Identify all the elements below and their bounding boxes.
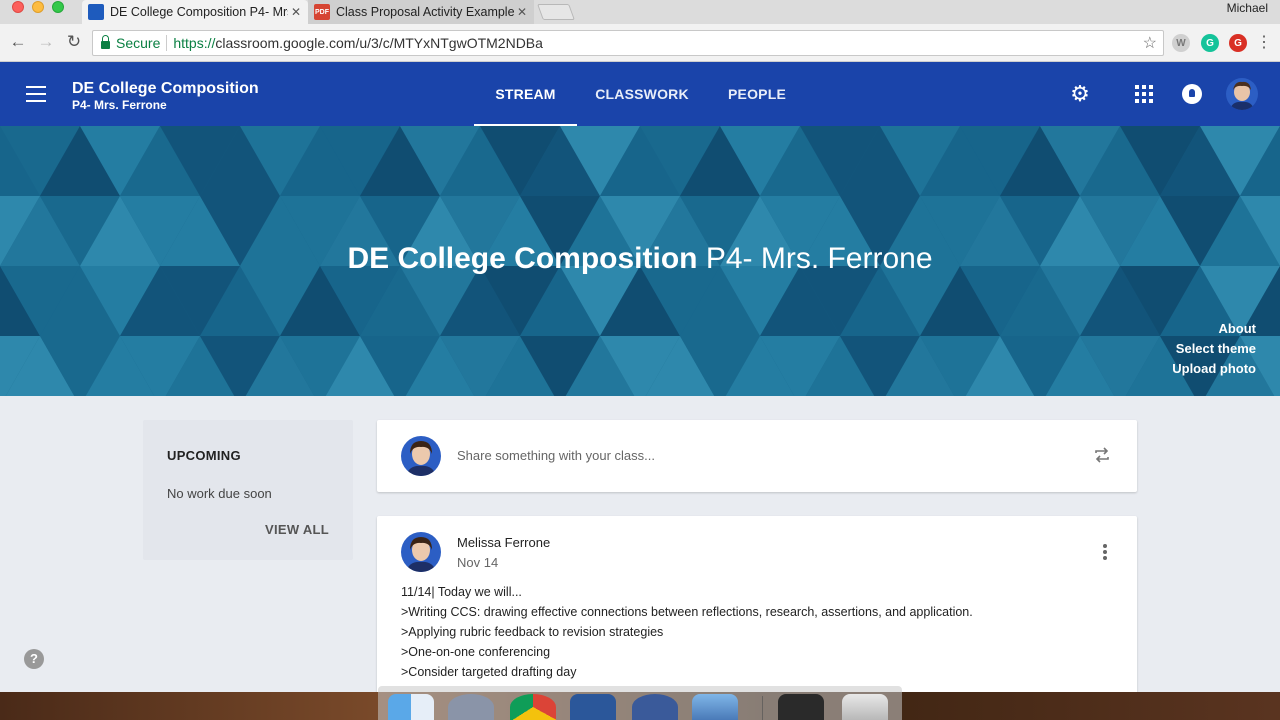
word-icon[interactable] [570, 694, 616, 720]
grammarly-icon[interactable]: G [1201, 34, 1219, 52]
class-section: P4- Mrs. Ferrone [72, 98, 167, 112]
address-bar[interactable]: Secure https:// classroom.google.com/u/3… [92, 30, 1164, 56]
back-arrow-icon[interactable]: ← [8, 32, 28, 52]
tab-title: DE College Composition P4- Mrs. Ferrone [110, 5, 288, 19]
forward-arrow-icon[interactable]: → [36, 32, 56, 52]
finder-icon[interactable] [388, 694, 434, 720]
banner-title-class: DE College Composition [347, 242, 698, 275]
upload-photo-link[interactable]: Upload photo [1172, 361, 1256, 376]
select-theme-link[interactable]: Select theme [1176, 341, 1256, 356]
pdf-icon: PDF [314, 4, 330, 20]
notifications-bell-icon[interactable] [1180, 82, 1204, 106]
tab-stream[interactable]: STREAM [474, 62, 577, 126]
preview-icon[interactable] [692, 694, 738, 720]
close-tab-icon[interactable]: ✕ [514, 5, 530, 19]
zoom-window-button[interactable] [52, 1, 64, 13]
divider [166, 35, 168, 51]
browser-tab-classroom[interactable]: DE College Composition P4- Mrs. Ferrone … [82, 0, 308, 24]
upcoming-heading: UPCOMING [167, 448, 241, 463]
tab-people[interactable]: PEOPLE [720, 62, 794, 126]
browser-profile-name[interactable]: Michael [1227, 1, 1268, 15]
url-scheme: https:// [173, 35, 216, 51]
browser-toolbar: ← → ↻ Secure https:// classroom.google.c… [0, 24, 1280, 62]
close-tab-icon[interactable]: ✕ [288, 5, 304, 19]
upcoming-status: No work due soon [167, 486, 272, 501]
post-line: >Consider targeted drafting day [401, 665, 577, 679]
quicktime-icon[interactable] [632, 694, 678, 720]
screen-recorder-icon[interactable] [778, 694, 824, 720]
classroom-icon [88, 4, 104, 20]
share-box[interactable]: Share something with your class... [377, 420, 1137, 492]
bookmark-star-icon[interactable]: ☆ [1143, 33, 1157, 53]
post-line: >One-on-one conferencing [401, 645, 551, 659]
minimize-window-button[interactable] [32, 1, 44, 13]
teacher-avatar [401, 436, 441, 476]
banner-title-section: P4- Mrs. Ferrone [705, 242, 933, 275]
stream-content: UPCOMING No work due soon VIEW ALL Share… [0, 396, 1280, 716]
post-author: Melissa Ferrone [457, 535, 551, 550]
close-window-button[interactable] [12, 1, 24, 13]
tab-title: Class Proposal Activity Example [336, 5, 514, 19]
lock-icon [101, 35, 110, 49]
class-name[interactable]: DE College Composition [72, 80, 259, 98]
banner-title: DE College Composition P4- Mrs. Ferrone [0, 242, 1280, 276]
post-line: 11/14| Today we will... [401, 585, 522, 599]
post-body: 11/14| Today we will... >Writing CCS: dr… [401, 582, 973, 682]
classroom-header: DE College Composition P4- Mrs. Ferrone … [0, 62, 1280, 126]
post-line: >Applying rubric feedback to revision st… [401, 625, 664, 639]
dock-separator [762, 696, 763, 720]
class-banner: DE College Composition P4- Mrs. Ferrone … [0, 126, 1280, 396]
post-line: >Writing CCS: drawing effective connecti… [401, 605, 973, 619]
about-link[interactable]: About [1218, 321, 1256, 336]
more-options-icon[interactable] [1103, 544, 1107, 562]
reuse-post-icon[interactable] [1093, 446, 1111, 464]
secure-label: Secure [116, 35, 161, 51]
tab-classwork[interactable]: CLASSWORK [590, 62, 694, 126]
chrome-icon[interactable] [510, 694, 556, 720]
upcoming-panel: UPCOMING No work due soon VIEW ALL [143, 420, 353, 560]
apps-grid-icon[interactable] [1132, 82, 1156, 106]
reload-icon[interactable]: ↻ [64, 32, 84, 52]
author-avatar [401, 532, 441, 572]
w-extension-icon[interactable]: W [1172, 34, 1190, 52]
macos-dock [378, 686, 902, 720]
new-tab-button[interactable] [537, 4, 575, 20]
view-all-button[interactable]: VIEW ALL [265, 522, 329, 537]
post-date: Nov 14 [457, 555, 499, 570]
chrome-menu-icon[interactable]: ⋮ [1256, 32, 1272, 52]
settings-gear-icon[interactable]: ⚙ [1068, 81, 1092, 106]
browser-tab-bar: DE College Composition P4- Mrs. Ferrone … [0, 0, 1280, 24]
help-icon[interactable]: ? [24, 649, 44, 669]
trash-icon[interactable] [842, 694, 888, 720]
hamburger-menu-icon[interactable] [26, 86, 46, 102]
url-text: classroom.google.com/u/3/c/MTYxNTgwOTM2N… [215, 35, 543, 51]
red-extension-icon[interactable]: G [1229, 34, 1247, 52]
share-input[interactable]: Share something with your class... [457, 448, 655, 463]
account-avatar[interactable] [1226, 78, 1258, 110]
launchpad-icon[interactable] [448, 694, 494, 720]
browser-tab-pdf[interactable]: PDF Class Proposal Activity Example ✕ [308, 0, 534, 24]
